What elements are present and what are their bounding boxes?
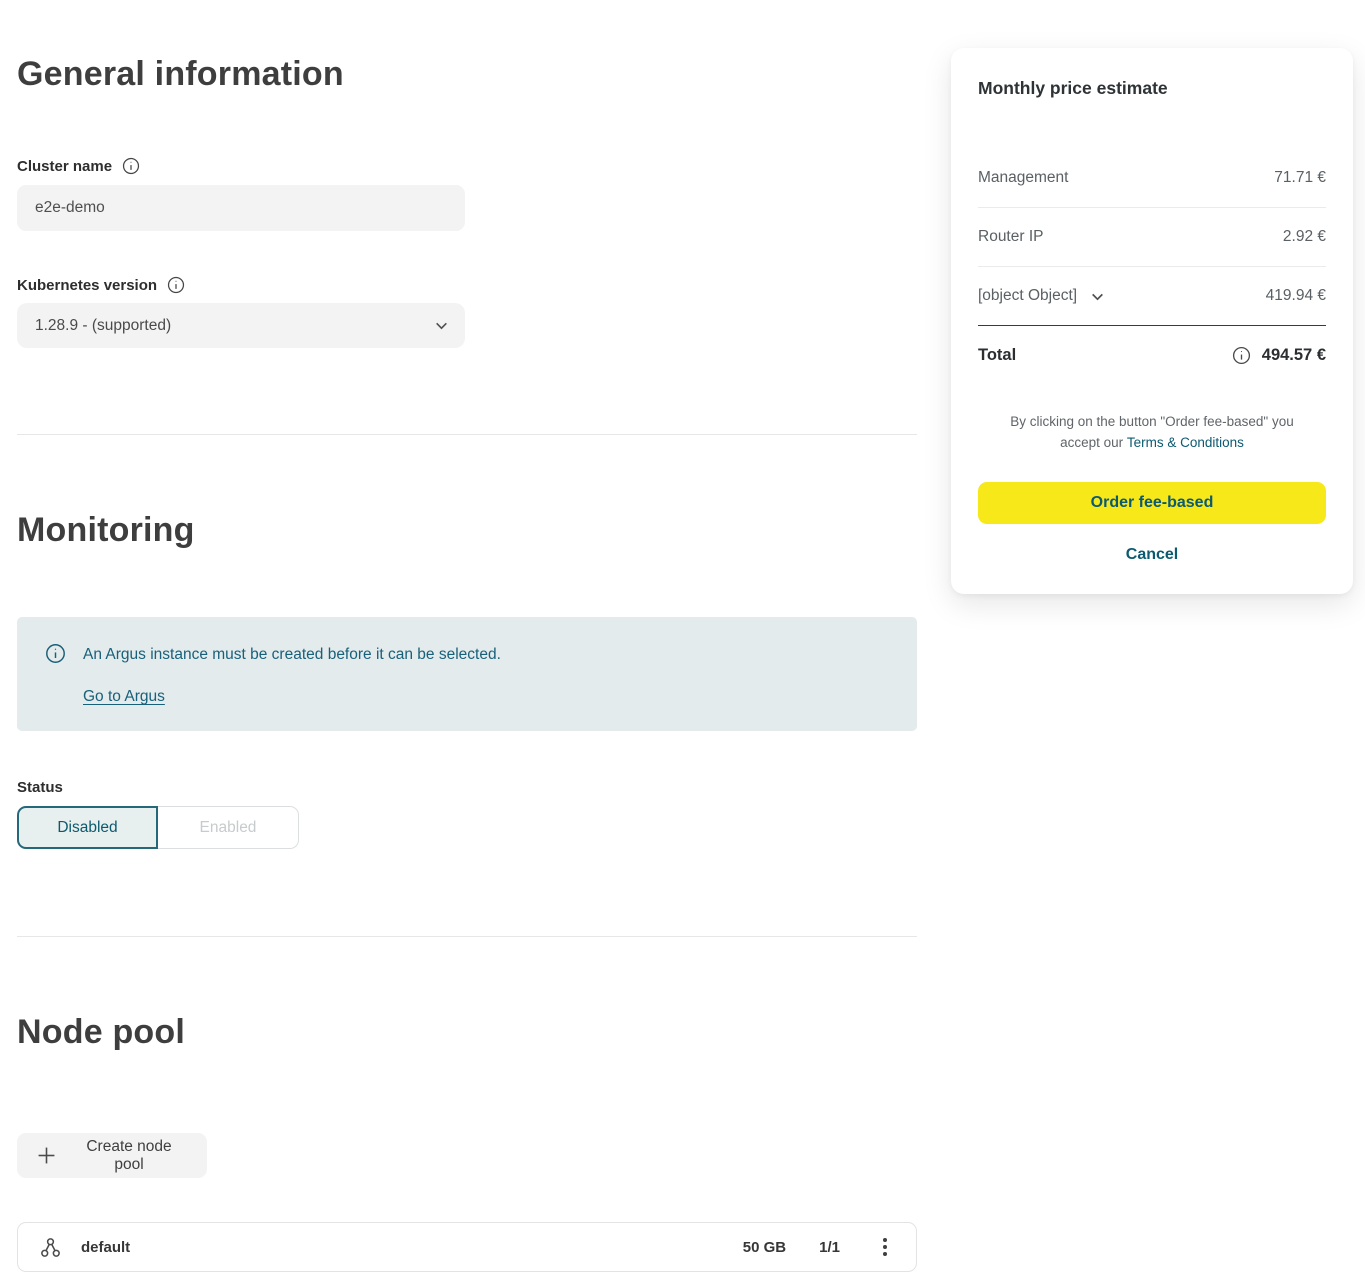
terms-text: By clicking on the button "Order fee-bas… — [978, 411, 1326, 453]
price-row-label: Management — [978, 169, 1068, 187]
argus-info-alert: An Argus instance must be created before… — [17, 617, 917, 731]
terms-line2-prefix: accept our — [1060, 435, 1127, 450]
status-option-disabled[interactable]: Disabled — [17, 806, 158, 849]
node-pool-row[interactable]: default 50 GB 1/1 — [17, 1222, 917, 1272]
price-row-value: 2.92 € — [1283, 228, 1326, 246]
price-row-label: Router IP — [978, 228, 1043, 246]
kubernetes-version-label-row: Kubernetes version — [17, 276, 185, 294]
go-to-argus-link[interactable]: Go to Argus — [83, 688, 165, 706]
total-value: 494.57 € — [1262, 346, 1326, 365]
price-row-label: [object Object] — [978, 287, 1077, 305]
alert-info-icon — [45, 643, 66, 669]
kubernetes-version-selected-value: 1.28.9 - (supported) — [35, 317, 171, 335]
status-toggle: Disabled Enabled — [17, 806, 299, 849]
kubernetes-version-select[interactable]: 1.28.9 - (supported) — [17, 303, 465, 348]
cancel-button[interactable]: Cancel — [1126, 546, 1178, 564]
section-divider — [17, 936, 917, 937]
chevron-down-icon — [434, 318, 449, 333]
price-row-node-pool[interactable]: [object Object] 419.94 € — [978, 267, 1326, 326]
node-pool-node-count: 1/1 — [819, 1239, 840, 1256]
monitoring-title: Monitoring — [17, 511, 195, 550]
general-information-title: General information — [17, 55, 344, 94]
price-panel-title: Monthly price estimate — [978, 78, 1326, 99]
price-total-row: Total 494.57 € — [978, 326, 1326, 384]
cluster-name-label: Cluster name — [17, 158, 112, 175]
chevron-down-icon[interactable] — [1090, 289, 1105, 304]
cluster-create-form: General information Cluster name Kuberne… — [17, 0, 917, 1273]
price-rows: Management 71.71 € Router IP 2.92 € [obj… — [978, 149, 1326, 384]
node-pool-name: default — [81, 1239, 130, 1256]
node-pool-icon — [39, 1236, 62, 1259]
status-label: Status — [17, 779, 63, 796]
price-row-value: 71.71 € — [1274, 169, 1326, 187]
price-row-router-ip: Router IP 2.92 € — [978, 208, 1326, 267]
kubernetes-version-info-icon[interactable] — [167, 276, 185, 294]
cluster-name-info-icon[interactable] — [122, 157, 140, 175]
total-label: Total — [978, 346, 1016, 365]
cluster-name-label-row: Cluster name — [17, 157, 140, 175]
status-option-enabled[interactable]: Enabled — [158, 806, 299, 849]
terms-and-conditions-link[interactable]: Terms & Conditions — [1127, 435, 1244, 450]
node-pool-title: Node pool — [17, 1013, 185, 1052]
cluster-name-input[interactable] — [17, 185, 465, 231]
price-row-value: 419.94 € — [1266, 287, 1326, 305]
order-fee-based-button[interactable]: Order fee-based — [978, 482, 1326, 524]
create-node-pool-label: Create node pool — [71, 1138, 187, 1174]
alert-message: An Argus instance must be created before… — [83, 646, 501, 664]
total-info-icon[interactable] — [1232, 346, 1251, 365]
monthly-price-estimate-panel: Monthly price estimate Management 71.71 … — [951, 48, 1353, 594]
plus-icon — [37, 1146, 56, 1165]
terms-line1: By clicking on the button "Order fee-bas… — [1010, 414, 1294, 429]
price-row-management: Management 71.71 € — [978, 149, 1326, 208]
section-divider — [17, 434, 917, 435]
node-pool-kebab-menu-icon[interactable] — [866, 1228, 904, 1266]
kubernetes-version-label: Kubernetes version — [17, 277, 157, 294]
node-pool-volume-size: 50 GB — [743, 1239, 786, 1256]
create-node-pool-button[interactable]: Create node pool — [17, 1133, 207, 1178]
